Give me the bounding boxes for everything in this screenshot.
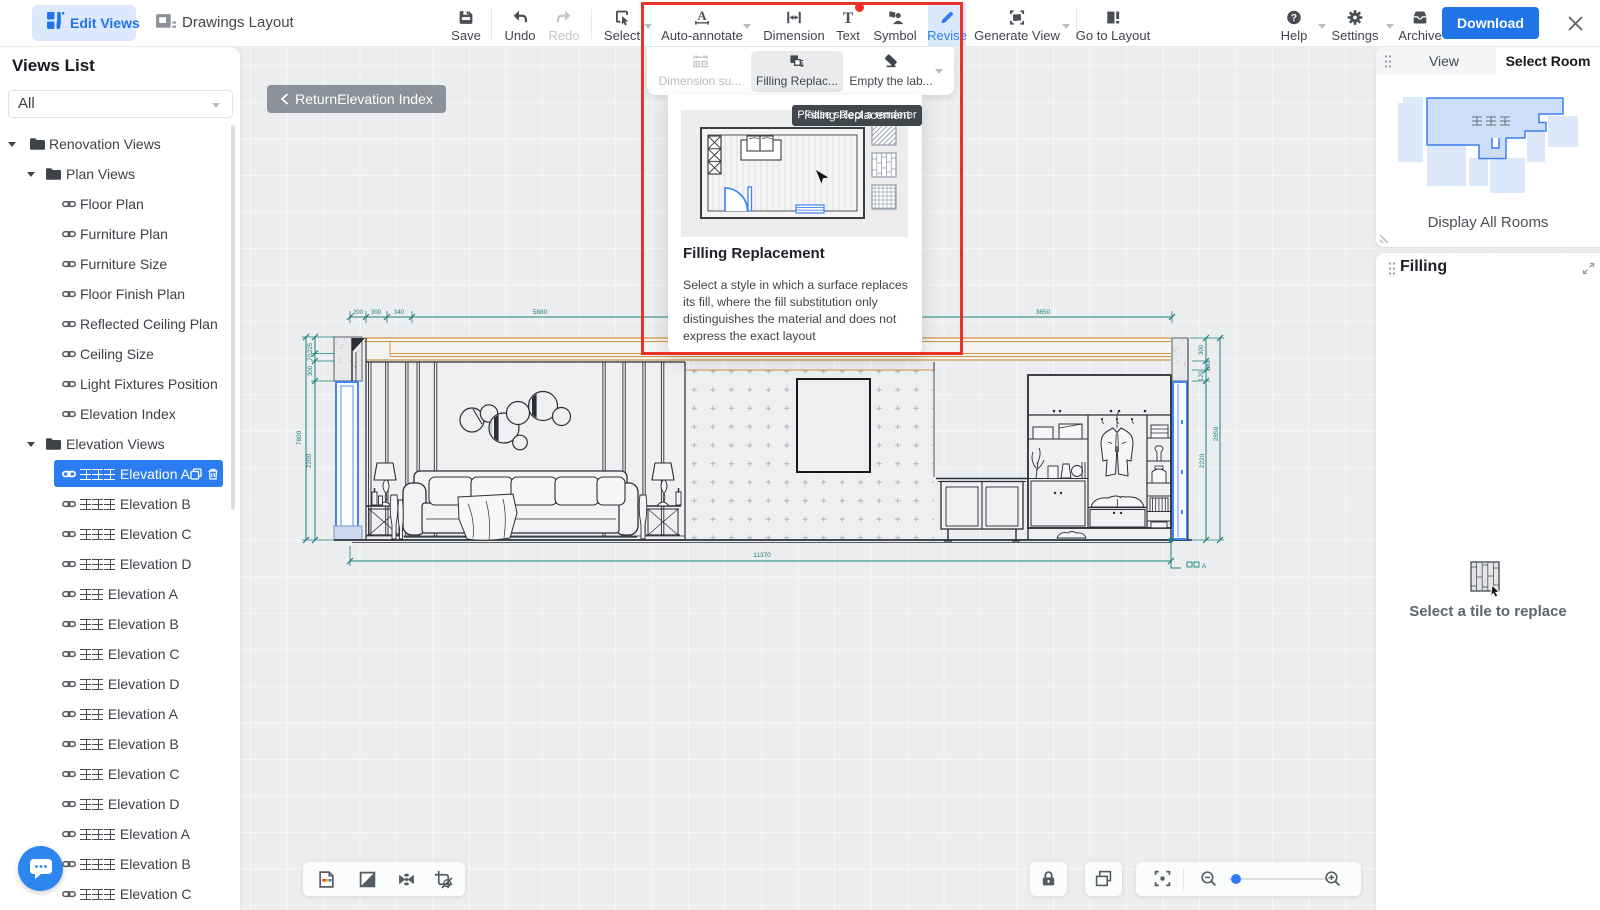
svg-text:225: 225 <box>308 342 314 353</box>
svg-text:3650: 3650 <box>1036 309 1051 316</box>
svg-text:340: 340 <box>394 310 405 316</box>
svg-text:180: 180 <box>1206 361 1212 372</box>
svg-text:2850: 2850 <box>1213 426 1220 441</box>
svg-text:11370: 11370 <box>753 552 771 559</box>
svg-text:A: A <box>1202 563 1207 570</box>
svg-text:?: ? <box>1291 13 1297 24</box>
svg-text:200: 200 <box>353 310 364 316</box>
svg-text:300: 300 <box>308 365 314 376</box>
svg-text:7800: 7800 <box>296 430 303 445</box>
svg-text:2220: 2220 <box>1199 453 1206 468</box>
svg-text:5880: 5880 <box>533 309 548 316</box>
svg-text:2200: 2200 <box>306 453 313 468</box>
svg-text:120: 120 <box>1199 370 1205 381</box>
svg-text:70: 70 <box>308 354 314 361</box>
svg-text:300: 300 <box>371 310 382 316</box>
svg-text:300: 300 <box>1199 344 1205 355</box>
